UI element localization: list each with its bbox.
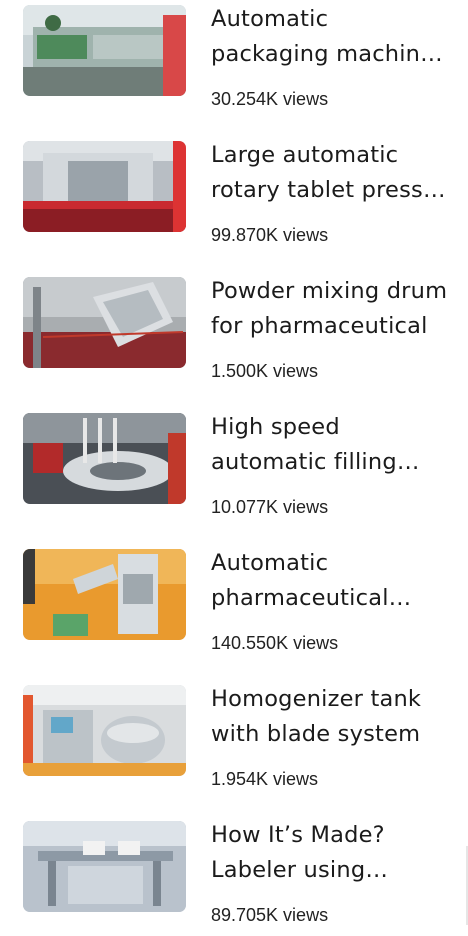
view-count: 89.705K views	[211, 905, 329, 925]
video-title[interactable]: How It’s Made? Labeler using automatic	[211, 818, 451, 888]
video-thumbnail[interactable]	[23, 277, 186, 368]
video-thumbnail[interactable]	[23, 141, 186, 232]
video-title[interactable]: Automatic packaging machine for blister	[211, 2, 451, 72]
view-count: 1.954K views	[211, 769, 319, 789]
video-item[interactable]: Large automatic rotary tablet press mach…	[0, 136, 468, 256]
view-count: 10.077K views	[211, 497, 329, 517]
video-title[interactable]: High speed automatic filling machine	[211, 410, 451, 480]
video-item[interactable]: High speed automatic filling machine 10.…	[0, 408, 468, 528]
view-count: 1.500K views	[211, 361, 319, 381]
video-item[interactable]: Homogenizer tank with blade system 1.954…	[0, 680, 468, 800]
view-count: 140.550K views	[211, 633, 339, 653]
video-item[interactable]: Automatic pharmaceutical coating machine…	[0, 544, 468, 664]
video-thumbnail[interactable]	[23, 413, 186, 504]
video-item[interactable]: Powder mixing drum for pharmaceutical 1.…	[0, 272, 468, 392]
video-title[interactable]: Large automatic rotary tablet press mach…	[211, 138, 451, 208]
video-title[interactable]: Homogenizer tank with blade system	[211, 682, 451, 752]
video-thumbnail[interactable]	[23, 821, 186, 912]
video-item[interactable]: How It’s Made? Labeler using automatic 8…	[0, 816, 468, 936]
video-title[interactable]: Automatic pharmaceutical coating machine	[211, 546, 451, 616]
video-thumbnail[interactable]	[23, 685, 186, 776]
video-item[interactable]: Automatic packaging machine for blister …	[0, 0, 468, 120]
view-count: 99.870K views	[211, 225, 329, 245]
video-title[interactable]: Powder mixing drum for pharmaceutical	[211, 274, 451, 344]
video-thumbnail[interactable]	[23, 5, 186, 96]
video-thumbnail[interactable]	[23, 549, 186, 640]
view-count: 30.254K views	[211, 89, 329, 109]
